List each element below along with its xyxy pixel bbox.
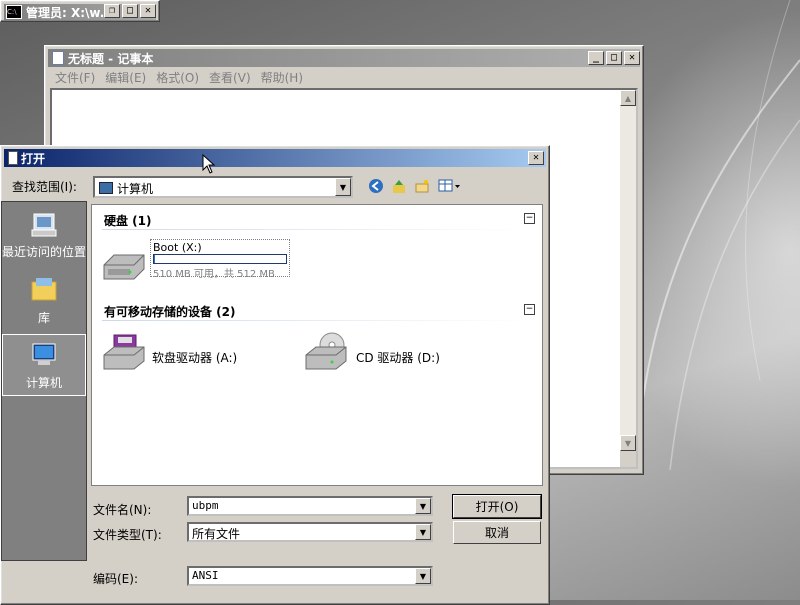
notepad-titlebar[interactable]: 无标题 - 记事本 [48, 49, 640, 67]
notepad-icon [52, 51, 64, 65]
menu-file[interactable]: 文件(F) [55, 69, 95, 86]
filetype-label: 文件类型(T): [93, 528, 162, 542]
place-libraries[interactable]: 库 [2, 274, 86, 325]
scroll-down-icon[interactable]: ▼ [620, 435, 636, 451]
filetype-combo[interactable]: 所有文件 ▼ [187, 522, 433, 542]
filetype-value: 所有文件 [192, 527, 241, 541]
dropdown-arrow-icon[interactable]: ▼ [335, 178, 351, 196]
menu-edit[interactable]: 编辑(E) [105, 69, 146, 86]
file-list[interactable]: 硬盘 (1) − Boot (X:) 510 MB 可用，共 512 MB 有可… [91, 204, 543, 486]
place-libraries-label: 库 [37, 311, 50, 325]
recent-places-icon [31, 213, 57, 237]
place-recent[interactable]: 最近访问的位置 [2, 210, 86, 270]
libraries-icon [31, 278, 57, 301]
place-recent-label: 最近访问的位置 [2, 245, 87, 259]
floppy-drive-icon [103, 334, 145, 370]
console-title: 管理员: X:\w... [26, 5, 104, 20]
close-icon[interactable]: ✕ [528, 151, 544, 165]
dropdown-arrow-icon[interactable]: ▼ [415, 498, 431, 514]
view-menu-icon[interactable] [437, 177, 463, 195]
group-divider [102, 320, 532, 321]
filename-combo[interactable]: ubpm ▼ [187, 496, 433, 516]
new-folder-icon[interactable] [413, 177, 431, 195]
drive-floppy-name[interactable]: 软盘驱动器 (A:) [152, 349, 237, 366]
group-header-removable: 有可移动存储的设备 (2) [104, 305, 236, 319]
filename-value: ubpm [192, 499, 219, 512]
close-icon[interactable]: ✕ [624, 51, 640, 65]
cd-drive-icon [305, 332, 347, 370]
close-icon[interactable]: ✕ [140, 4, 156, 18]
menu-help[interactable]: 帮助(H) [261, 69, 303, 86]
look-in-combo[interactable]: 计算机 ▼ [93, 176, 353, 198]
dropdown-arrow-icon[interactable]: ▼ [415, 568, 431, 584]
restore-icon[interactable]: ❐ [104, 4, 120, 18]
up-folder-icon[interactable] [390, 177, 408, 195]
drive-boot[interactable]: Boot (X:) 510 MB 可用，共 512 MB [150, 239, 290, 280]
open-dialog[interactable]: 打开 ✕ 查找范围(I): 计算机 ▼ 最近访问的位置 库 计算机 硬盘 (1)… [0, 145, 550, 605]
dialog-title: 打开 [21, 151, 46, 166]
open-button[interactable]: 打开(O) [452, 494, 542, 519]
group-header-hard-disks: 硬盘 (1) [104, 214, 152, 228]
maximize-icon[interactable]: □ [122, 4, 138, 18]
cmd-icon: C:\ [6, 5, 22, 19]
collapse-icon[interactable]: − [524, 213, 535, 224]
cancel-button[interactable]: 取消 [453, 521, 541, 544]
size-grip[interactable] [620, 451, 636, 467]
encoding-label: 编码(E): [93, 572, 138, 586]
dropdown-arrow-icon[interactable]: ▼ [415, 524, 431, 540]
look-in-label: 查找范围(I): [12, 180, 77, 194]
mouse-cursor-icon [202, 154, 216, 174]
drive-boot-capacity: 510 MB 可用，共 512 MB [153, 269, 275, 280]
computer-small-icon [99, 182, 113, 194]
group-divider [102, 229, 532, 230]
encoding-combo[interactable]: ANSI ▼ [187, 566, 433, 586]
dialog-titlebar[interactable]: 打开 [4, 149, 546, 167]
menu-format[interactable]: 格式(O) [156, 69, 199, 86]
menu-view[interactable]: 查看(V) [209, 69, 251, 86]
drive-cd-name[interactable]: CD 驱动器 (D:) [356, 349, 440, 366]
encoding-value: ANSI [192, 569, 219, 582]
place-computer-label: 计算机 [25, 376, 62, 390]
notepad-title: 无标题 - 记事本 [68, 51, 154, 66]
filename-label: 文件名(N): [93, 503, 152, 517]
computer-icon [32, 343, 56, 365]
back-icon[interactable] [367, 177, 385, 195]
maximize-icon[interactable]: □ [606, 51, 622, 65]
dialog-icon [8, 151, 18, 165]
collapse-icon[interactable]: − [524, 304, 535, 315]
drive-boot-name: Boot (X:) [153, 241, 202, 254]
drive-boot-usage-bar [153, 254, 287, 264]
hard-drive-icon [103, 254, 145, 280]
console-window[interactable]: C:\ 管理员: X:\w... ❐ □ ✕ [0, 0, 160, 22]
notepad-menubar: 文件(F) 编辑(E) 格式(O) 查看(V) 帮助(H) [48, 68, 306, 86]
places-bar: 最近访问的位置 库 计算机 [1, 201, 87, 561]
minimize-icon[interactable]: _ [588, 51, 604, 65]
vertical-scrollbar[interactable]: ▲ ▼ [620, 90, 636, 451]
look-in-value: 计算机 [117, 182, 154, 196]
place-computer[interactable]: 计算机 [2, 334, 86, 396]
scroll-up-icon[interactable]: ▲ [620, 90, 636, 106]
